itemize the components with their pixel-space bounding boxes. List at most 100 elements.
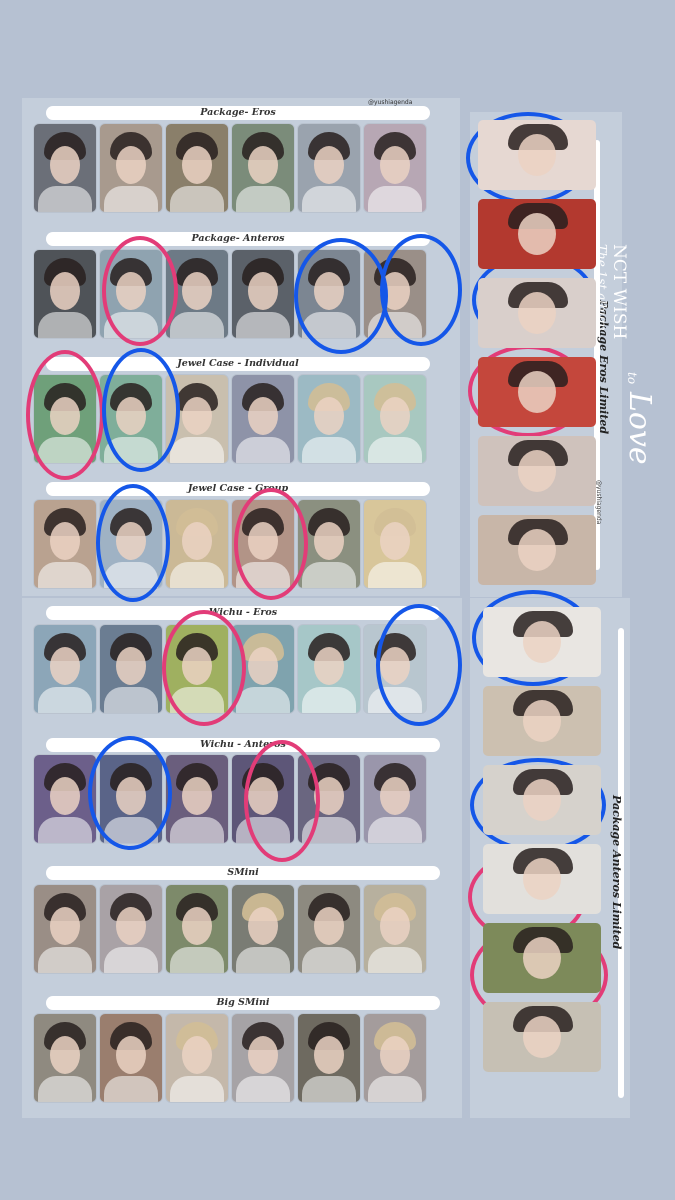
limited-photocard-face xyxy=(523,621,561,663)
photocard-body xyxy=(38,186,92,212)
photocard-body xyxy=(104,1076,158,1102)
photocard-body xyxy=(368,562,422,588)
limited-photocard xyxy=(483,844,601,914)
photocard xyxy=(166,1014,228,1102)
photocard-face xyxy=(314,146,344,184)
photocard xyxy=(100,885,162,973)
photocard-body xyxy=(368,1076,422,1102)
photocard-body xyxy=(170,186,224,212)
album-word: Love xyxy=(622,391,657,465)
photocard xyxy=(166,755,228,843)
photocard-face xyxy=(314,907,344,945)
section-title-wichu-eros: Wichu - Eros xyxy=(46,606,440,620)
limited-photocard xyxy=(478,199,596,269)
photocard xyxy=(232,375,294,463)
section-title-smini: SMini xyxy=(46,866,440,880)
photocard-body xyxy=(302,562,356,588)
photocard-body xyxy=(38,562,92,588)
photocard-body xyxy=(368,437,422,463)
photocard-body xyxy=(38,687,92,713)
photocard-body xyxy=(38,1076,92,1102)
photocard xyxy=(298,375,360,463)
limited-photocard xyxy=(483,686,601,756)
limited-photocard-face xyxy=(518,134,556,176)
photocard-face xyxy=(116,1036,146,1074)
photocard-face xyxy=(314,397,344,435)
photocard-face xyxy=(116,146,146,184)
section-title-jewel-individual: Jewel Case - Individual xyxy=(46,357,430,371)
limited-photocard-face xyxy=(523,1016,561,1058)
limited-photocard xyxy=(478,436,596,506)
limited-photocard xyxy=(483,765,601,835)
photocard xyxy=(34,885,96,973)
photocard-body xyxy=(302,186,356,212)
photocard-face xyxy=(182,1036,212,1074)
photocard xyxy=(100,1014,162,1102)
photocard-body xyxy=(236,687,290,713)
photocard xyxy=(34,250,96,338)
album-title-svg: NCT WISH The 1st album to Love xyxy=(595,244,657,465)
photocard-face xyxy=(116,647,146,685)
photocard-face xyxy=(182,907,212,945)
photocard-body xyxy=(38,947,92,973)
photocard-body xyxy=(104,186,158,212)
limited-photocard-face xyxy=(518,529,556,571)
photocard-body xyxy=(236,1076,290,1102)
album-title-artwork: NCT WISH The 1st album to Love xyxy=(595,232,668,482)
limited-photocard xyxy=(478,515,596,585)
photocard-face xyxy=(182,146,212,184)
album-subtitle: The 1st album xyxy=(600,244,609,331)
photocard xyxy=(364,500,426,588)
photocard-body xyxy=(236,437,290,463)
photocard xyxy=(166,124,228,212)
photocard-face xyxy=(380,146,410,184)
pink-circle-marker xyxy=(26,350,104,480)
photocard xyxy=(232,124,294,212)
photocard xyxy=(166,500,228,588)
photocard-face xyxy=(182,397,212,435)
photocard-body xyxy=(236,186,290,212)
photocard-face xyxy=(380,1036,410,1074)
photocard-body xyxy=(170,312,224,338)
photocard xyxy=(298,1014,360,1102)
pink-circle-marker xyxy=(234,488,308,600)
limited-photocard-face xyxy=(523,858,561,900)
photocard-face xyxy=(380,522,410,560)
photocard xyxy=(34,625,96,713)
photocard-body xyxy=(302,437,356,463)
limited-photocard-face xyxy=(518,292,556,334)
limited-photocard xyxy=(483,923,601,993)
blue-circle-marker xyxy=(294,238,388,354)
photocard-face xyxy=(50,146,80,184)
photocard xyxy=(34,755,96,843)
photocard-body xyxy=(104,947,158,973)
photocard-body xyxy=(302,1076,356,1102)
photocard xyxy=(100,124,162,212)
section-title-package-eros: Package- Eros xyxy=(46,106,430,120)
photocard-body xyxy=(170,562,224,588)
photocard-face xyxy=(182,522,212,560)
photocard xyxy=(166,885,228,973)
photocard-face xyxy=(182,777,212,815)
limited-photocard-face xyxy=(518,450,556,492)
photocard-body xyxy=(170,817,224,843)
limited-photocard-face xyxy=(523,700,561,742)
photocard-face xyxy=(116,907,146,945)
photocard xyxy=(232,885,294,973)
section-title-big-smini: Big SMini xyxy=(46,996,440,1010)
photocard xyxy=(364,124,426,212)
section-title-package-anteros: Package- Anteros xyxy=(46,232,430,246)
photocard-face xyxy=(50,522,80,560)
limited-photocard xyxy=(478,120,596,190)
photocard-body xyxy=(38,817,92,843)
photocard xyxy=(364,755,426,843)
blue-circle-marker xyxy=(102,348,180,472)
photocard xyxy=(364,885,426,973)
card-row-jewel-group xyxy=(34,500,426,588)
limited-photocard-face xyxy=(523,937,561,979)
photocard-body xyxy=(104,687,158,713)
watermark: @yushiagenda xyxy=(368,99,413,106)
album-to: to xyxy=(625,372,639,384)
photocard-face xyxy=(380,907,410,945)
limited-photocard xyxy=(478,357,596,427)
